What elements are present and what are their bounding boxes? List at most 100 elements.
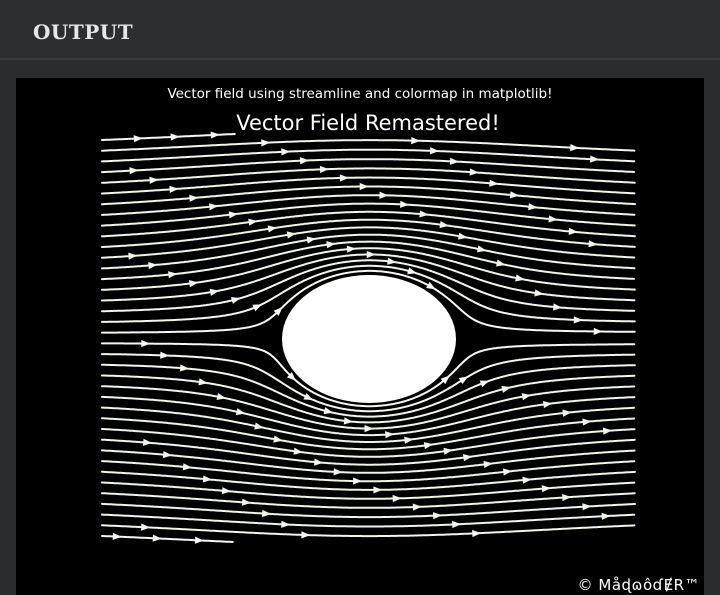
streamline-arrow — [162, 450, 173, 459]
streamline-arrow — [426, 281, 436, 290]
streamline-arrow — [400, 200, 410, 208]
streamline-arrow — [385, 431, 395, 439]
streamline-arrow — [412, 503, 422, 511]
streamline-arrow — [590, 155, 600, 163]
streamline-arrow — [228, 211, 239, 219]
streamline-arrow — [299, 157, 310, 165]
streamline-arrow — [281, 148, 291, 156]
streamline-arrow — [261, 509, 272, 518]
streamline-arrow — [141, 523, 151, 531]
streamline-arrow — [189, 194, 199, 202]
streamline-arrow — [449, 157, 459, 165]
streamline-arrow — [562, 409, 572, 417]
streamline — [101, 167, 636, 184]
cylinder-obstacle — [282, 275, 456, 403]
streamline-arrow — [148, 261, 158, 270]
streamline-arrow — [509, 191, 520, 199]
streamline-arrow — [593, 327, 603, 336]
streamline-arrow — [319, 165, 329, 174]
streamline-arrow — [429, 147, 440, 155]
streamline-arrow — [112, 532, 122, 541]
streamline-arrow — [346, 245, 356, 253]
streamline — [101, 492, 636, 509]
streamline-arrow — [379, 191, 389, 199]
streamline — [101, 438, 636, 466]
streamline-arrow — [149, 176, 159, 184]
streamline — [101, 535, 234, 543]
streamline-arrow — [472, 529, 482, 538]
streamline-arrow — [353, 477, 363, 485]
streamline-arrow — [541, 485, 551, 493]
streamline-arrow — [548, 215, 558, 223]
streamline-arrow — [133, 135, 143, 143]
streamline-arrow — [568, 227, 578, 235]
streamline-arrow — [333, 468, 343, 476]
streamline-arrow — [373, 486, 383, 494]
streamline-arrow — [252, 304, 263, 312]
streamline-arrow — [168, 271, 178, 279]
streamline-arrow — [343, 417, 354, 425]
streamline-arrow — [128, 252, 138, 260]
streamline-arrow — [479, 380, 490, 388]
streamline-arrow — [301, 531, 311, 539]
streamline-arrow — [483, 460, 493, 469]
streamline-arrow — [160, 351, 170, 359]
streamline-arrow — [303, 392, 314, 400]
streamline-arrow — [573, 316, 583, 324]
streamline-arrow — [202, 475, 213, 483]
streamline-arrow — [489, 179, 499, 187]
streamline-arrow — [169, 185, 179, 193]
streamline-arrow — [562, 493, 572, 502]
output-panel: Vector field using streamline and colorm… — [16, 78, 704, 595]
streamline — [101, 449, 636, 474]
streamline — [101, 158, 635, 174]
streamline-arrow — [194, 536, 204, 544]
streamline-arrow — [152, 534, 162, 542]
streamline-arrow — [129, 167, 139, 175]
streamline-arrow — [208, 203, 219, 211]
streamline-arrow — [522, 476, 532, 484]
streamline-arrow — [366, 250, 376, 259]
streamline — [101, 210, 636, 238]
streamline — [101, 502, 636, 519]
streamline-arrow — [553, 303, 563, 311]
streamline-arrow — [419, 210, 429, 218]
streamline-arrow — [170, 133, 180, 141]
streamline-arrow — [582, 418, 592, 426]
streamline-arrow — [142, 438, 153, 446]
streamline-arrow — [359, 182, 369, 191]
streamline-arrow — [241, 498, 252, 506]
streamline-arrow — [601, 512, 611, 520]
streamline-chart: Vector Field Remastered! — [101, 111, 636, 544]
streamline-arrow — [502, 468, 513, 476]
streamline — [101, 218, 636, 248]
streamline-arrow — [602, 427, 613, 435]
streamline-arrow — [404, 436, 414, 444]
chart-title: Vector Field Remastered! — [236, 111, 500, 135]
streamline-arrow — [261, 139, 271, 147]
streamline-arrow — [407, 267, 417, 275]
streamline-arrow — [588, 240, 598, 248]
streamline — [101, 202, 636, 227]
watermark-text: © MåɖɷôɗɆR™ — [577, 576, 700, 594]
output-header: OUTPUT — [0, 0, 720, 60]
streamline-arrow — [364, 424, 374, 433]
streamline-arrow — [141, 339, 151, 348]
streamline-arrow — [411, 137, 421, 145]
streamline-arrow — [582, 503, 592, 511]
streamline-arrow — [339, 174, 349, 182]
streamline-arrow — [210, 131, 220, 139]
streamline-arrow — [570, 144, 580, 152]
streamline-arrow — [182, 463, 193, 471]
output-header-title: OUTPUT — [33, 20, 134, 44]
streamline-arrow — [281, 520, 291, 528]
streamline-arrow — [392, 494, 402, 503]
streamline-arrow — [432, 512, 443, 520]
streamline-arrow — [221, 487, 232, 495]
streamline-arrow — [452, 520, 462, 529]
streamline-arrow — [314, 458, 324, 466]
streamline-arrow — [528, 203, 538, 211]
streamline-arrow — [469, 168, 479, 176]
streamline-arrow — [458, 376, 469, 385]
streamline-arrow — [179, 364, 190, 372]
